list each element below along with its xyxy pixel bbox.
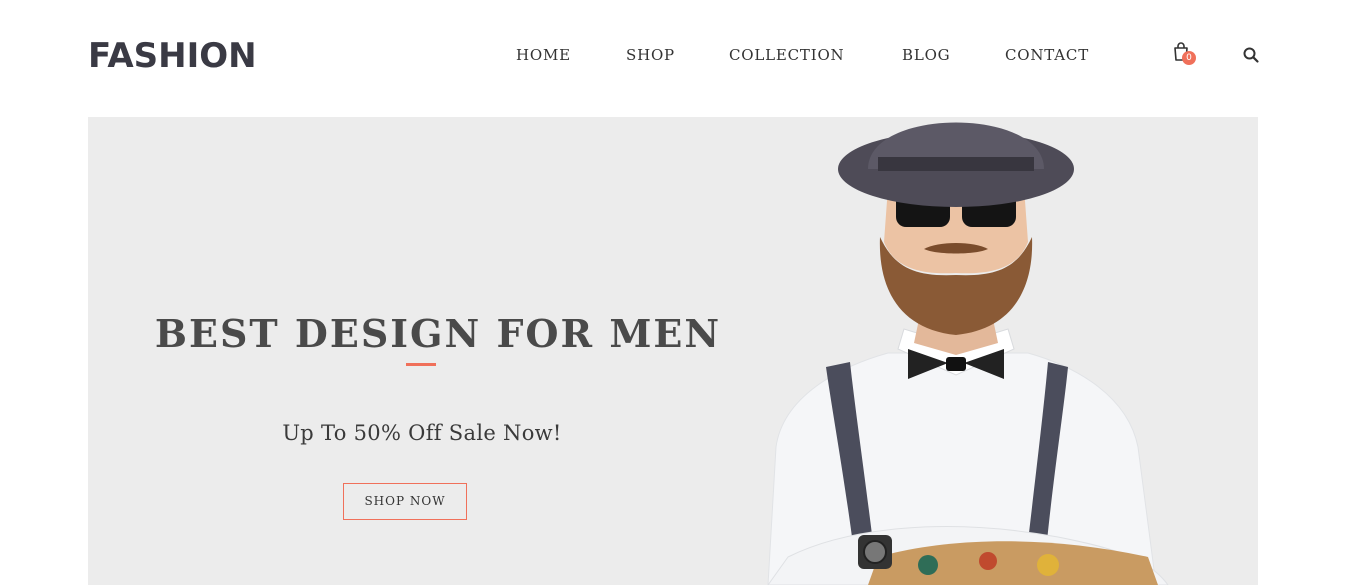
nav-item-contact[interactable]: CONTACT xyxy=(1005,44,1089,66)
hero-subtitle: Up To 50% Off Sale Now! xyxy=(282,421,562,445)
hero-model-image xyxy=(767,122,1169,585)
nav-item-collection[interactable]: COLLECTION xyxy=(729,44,844,66)
nav-item-shop[interactable]: SHOP xyxy=(626,44,675,66)
hero-title: BEST DESIGN FOR MEN xyxy=(154,311,722,357)
site-header: FASHION HOME SHOP COLLECTION BLOG CONTAC… xyxy=(0,0,1345,117)
search-button[interactable] xyxy=(1242,46,1260,64)
nav-item-blog[interactable]: BLOG xyxy=(902,44,950,66)
shop-now-button[interactable]: SHOP NOW xyxy=(343,483,467,520)
hero-banner: BEST DESIGN FOR MEN Up To 50% Off Sale N… xyxy=(88,117,1258,585)
brand-logo[interactable]: FASHION xyxy=(88,34,257,78)
nav-item-home[interactable]: HOME xyxy=(516,44,571,66)
cart-button[interactable]: 0 xyxy=(1172,42,1198,68)
search-icon xyxy=(1243,47,1259,63)
hero-divider xyxy=(406,363,436,366)
cart-count-badge: 0 xyxy=(1182,51,1196,65)
